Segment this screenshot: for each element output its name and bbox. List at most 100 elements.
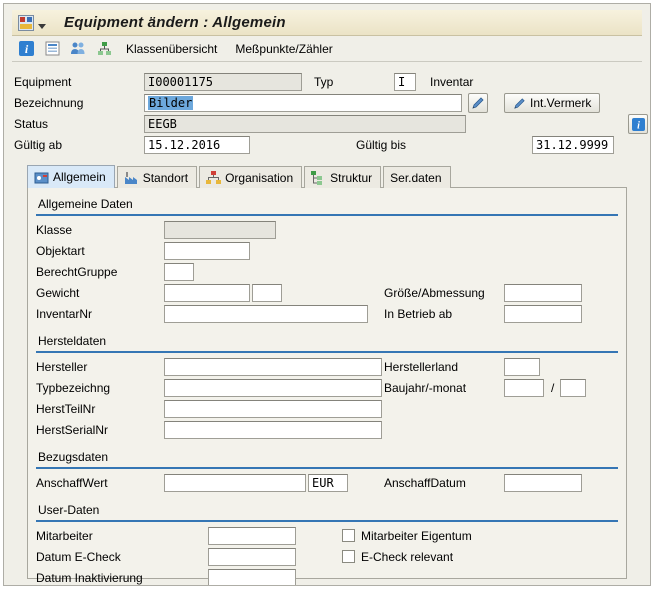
gueltig-ab-input[interactable]: [144, 136, 250, 154]
mitarbeiter-label: Mitarbeiter: [36, 526, 93, 546]
application-toolbar: i Klassenübersicht Meßpunkte/Zähler: [12, 36, 642, 62]
tab-ser-daten[interactable]: Ser.daten: [383, 166, 450, 188]
herstteilnr-row: HerstTeilNr: [36, 399, 618, 420]
mitarbeiter-row: Mitarbeiter Mitarbeiter Eigentum: [36, 526, 618, 547]
tab-strip: Allgemein Standort Organisation Struktur…: [27, 164, 642, 187]
echeck-relevant-checkbox[interactable]: [342, 550, 355, 563]
tab-label: Organisation: [225, 171, 293, 185]
groesse-input[interactable]: [504, 284, 582, 302]
partners-icon[interactable]: [68, 39, 88, 59]
datum-inaktivierung-row: Datum Inaktivierung: [36, 568, 618, 586]
info-icon[interactable]: i: [16, 39, 36, 59]
typ-description: Inventar: [430, 72, 473, 92]
gewicht-row: Gewicht Größe/Abmessung: [36, 283, 618, 304]
klasse-label: Klasse: [36, 220, 72, 240]
svg-text:i: i: [637, 120, 640, 131]
bezeichnung-input[interactable]: Bilder: [144, 94, 462, 112]
org-chart-icon: [206, 171, 221, 185]
berechtgruppe-input[interactable]: [164, 263, 194, 281]
herstellerland-input[interactable]: [504, 358, 540, 376]
status-info-button[interactable]: i: [628, 114, 648, 134]
tab-standort[interactable]: Standort: [117, 166, 197, 188]
objektart-row: Objektart: [36, 241, 618, 262]
group-user-daten: User-Daten Mitarbeiter Mitarbeiter Eigen…: [36, 502, 618, 586]
int-vermerk-label: Int.Vermerk: [530, 96, 591, 110]
structure-list-icon[interactable]: [94, 39, 114, 59]
typbezeichng-label: Typbezeichng: [36, 378, 110, 398]
status-label: Status: [14, 114, 48, 134]
anschaffdatum-input[interactable]: [504, 474, 582, 492]
hierarchy-icon: [311, 171, 326, 185]
edit-description-button[interactable]: [468, 93, 488, 113]
klassenuebersicht-button[interactable]: Klassenübersicht: [120, 40, 223, 58]
bezeichnung-row: Bezeichnung Bilder Int.Vermerk: [14, 93, 640, 114]
waehrung-input[interactable]: [308, 474, 348, 492]
herstserialnr-input[interactable]: [164, 421, 382, 439]
tab-label: Ser.daten: [390, 171, 441, 185]
anschaffwert-row: AnschaffWert AnschaffDatum: [36, 473, 618, 494]
typbezeichng-input[interactable]: [164, 379, 382, 397]
tab-allgemein[interactable]: Allgemein: [27, 165, 115, 188]
mitarbeiter-input[interactable]: [208, 527, 296, 545]
window-menu-arrow-icon[interactable]: [38, 24, 46, 29]
bezeichnung-label: Bezeichnung: [14, 93, 83, 113]
status-input[interactable]: [144, 115, 466, 133]
herstteilnr-input[interactable]: [164, 400, 382, 418]
tab-struktur[interactable]: Struktur: [304, 166, 381, 188]
typ-input[interactable]: [394, 73, 416, 91]
berechtgruppe-label: BerechtGruppe: [36, 262, 117, 282]
herstteilnr-label: HerstTeilNr: [36, 399, 95, 419]
mitarbeiter-eigentum-label: Mitarbeiter Eigentum: [361, 526, 472, 546]
datum-inaktivierung-input[interactable]: [208, 569, 296, 586]
gewicht-input[interactable]: [164, 284, 250, 302]
window-icon[interactable]: [18, 15, 34, 31]
gueltig-row: Gültig ab Gültig bis: [14, 135, 640, 156]
tab-label: Standort: [143, 171, 188, 185]
gueltig-bis-input[interactable]: [532, 136, 614, 154]
group-hersteldaten: Hersteldaten Hersteller Herstellerland T…: [36, 333, 618, 441]
baujahr-label: Baujahr/-monat: [384, 378, 466, 398]
in-betrieb-ab-input[interactable]: [504, 305, 582, 323]
baujahr-input[interactable]: [504, 379, 544, 397]
datum-inaktivierung-label: Datum Inaktivierung: [36, 568, 143, 586]
title-bar: Equipment ändern : Allgemein: [12, 10, 642, 36]
herstserialnr-label: HerstSerialNr: [36, 420, 108, 440]
mitarbeiter-eigentum-checkbox[interactable]: [342, 529, 355, 542]
gueltig-bis-label: Gültig bis: [356, 135, 406, 155]
sap-window: Equipment ändern : Allgemein i Klassenüb…: [3, 3, 651, 586]
hersteller-input[interactable]: [164, 358, 382, 376]
pencil-icon: [513, 97, 526, 110]
factory-icon: [124, 171, 139, 185]
equipment-input[interactable]: [144, 73, 302, 91]
herstellerland-label: Herstellerland: [384, 357, 458, 377]
equipment-label: Equipment: [14, 72, 71, 92]
inventarnr-input[interactable]: [164, 305, 368, 323]
selected-text: Bilder: [148, 96, 193, 110]
datum-echeck-label: Datum E-Check: [36, 547, 121, 567]
header-form: Equipment Typ Inventar Bezeichnung Bilde…: [14, 72, 640, 156]
page-title: Equipment ändern : Allgemein: [64, 14, 286, 31]
datum-echeck-input[interactable]: [208, 548, 296, 566]
klasse-row: Klasse: [36, 220, 618, 241]
anschaffdatum-label: AnschaffDatum: [384, 473, 466, 493]
klasse-input[interactable]: [164, 221, 276, 239]
messpunkte-zaehler-button[interactable]: Meßpunkte/Zähler: [229, 40, 338, 58]
hersteller-row: Hersteller Herstellerland: [36, 357, 618, 378]
inventarnr-row: InventarNr In Betrieb ab: [36, 304, 618, 325]
gewicht-label: Gewicht: [36, 283, 79, 303]
tab-label: Struktur: [330, 171, 372, 185]
group-bezugsdaten: Bezugsdaten AnschaffWert AnschaffDatum: [36, 449, 618, 494]
baumonat-input[interactable]: [560, 379, 586, 397]
tab-label: Allgemein: [53, 170, 106, 184]
baujahr-separator: /: [551, 378, 554, 398]
anschaffwert-input[interactable]: [164, 474, 306, 492]
objektart-input[interactable]: [164, 242, 250, 260]
equipment-row: Equipment Typ Inventar: [14, 72, 640, 93]
group-title: Allgemeine Daten: [36, 196, 618, 216]
gewicht-einheit-input[interactable]: [252, 284, 282, 302]
tab-organisation[interactable]: Organisation: [199, 166, 302, 188]
group-title: Hersteldaten: [36, 333, 618, 353]
detail-list-icon[interactable]: [42, 39, 62, 59]
inventarnr-label: InventarNr: [36, 304, 92, 324]
int-vermerk-button[interactable]: Int.Vermerk: [504, 93, 600, 113]
